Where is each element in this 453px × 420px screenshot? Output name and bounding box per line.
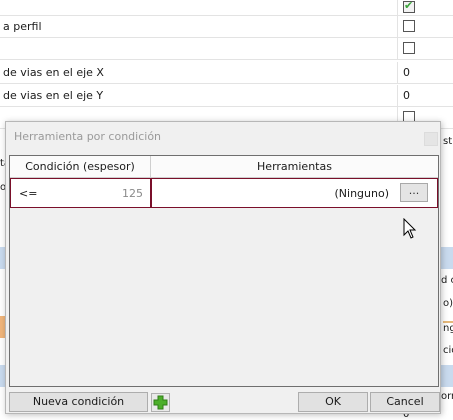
right-fragment: o): [443, 298, 453, 309]
dialog-title: Herramienta por condición: [14, 130, 162, 143]
property-row[interactable]: de vias en el eje Y 0: [0, 85, 453, 107]
category-band: [441, 247, 453, 269]
grid-header: Condición (espesor) Herramientas: [10, 156, 438, 178]
category-band: [441, 365, 453, 387]
property-value[interactable]: 0: [403, 89, 410, 102]
property-row[interactable]: de vias en el eje X 0: [0, 62, 453, 84]
row-separator: [397, 0, 398, 16]
new-condition-button[interactable]: Nueva condición: [9, 392, 148, 412]
mouse-pointer-icon: [403, 217, 417, 243]
thickness-value-cell[interactable]: 125: [111, 187, 143, 200]
row-separator: [397, 16, 398, 38]
property-checkbox[interactable]: [403, 20, 415, 32]
row-separator: [397, 38, 398, 60]
property-label: a perfil: [3, 20, 42, 33]
property-row[interactable]: [0, 0, 453, 16]
condition-tool-dialog: Herramienta por condición Condición (esp…: [5, 121, 441, 414]
row-separator: [397, 62, 398, 84]
column-header-tools[interactable]: Herramientas: [151, 160, 438, 173]
property-value[interactable]: 0: [403, 66, 410, 79]
green-plus-icon[interactable]: [151, 393, 170, 412]
checkmark-icon[interactable]: [403, 0, 415, 13]
conditions-grid: Condición (espesor) Herramientas <= 125 …: [9, 155, 439, 387]
browse-tool-button[interactable]: ...: [400, 183, 428, 202]
right-fragment: st: [443, 136, 453, 147]
property-label: de vias en el eje X: [3, 66, 104, 79]
property-row[interactable]: [0, 38, 453, 60]
right-fragment: cio: [443, 345, 453, 356]
right-fragment: d c: [441, 275, 453, 286]
cell-separator: [150, 179, 152, 207]
tool-cell[interactable]: (Ninguno): [291, 187, 390, 200]
cancel-button[interactable]: Cancel: [370, 392, 440, 412]
right-fragment: orr: [441, 391, 453, 402]
table-row[interactable]: <= 125 (Ninguno) ...: [10, 178, 438, 208]
property-row[interactable]: a perfil: [0, 16, 453, 38]
operator-cell[interactable]: <=: [19, 187, 37, 200]
right-fragment: ng: [443, 321, 453, 334]
close-icon[interactable]: [424, 132, 438, 146]
ok-button[interactable]: OK: [298, 392, 368, 412]
property-label: de vias en el eje Y: [3, 89, 104, 102]
row-separator: [397, 85, 398, 107]
column-header-condition[interactable]: Condición (espesor): [10, 160, 150, 173]
property-checkbox[interactable]: [403, 42, 415, 54]
